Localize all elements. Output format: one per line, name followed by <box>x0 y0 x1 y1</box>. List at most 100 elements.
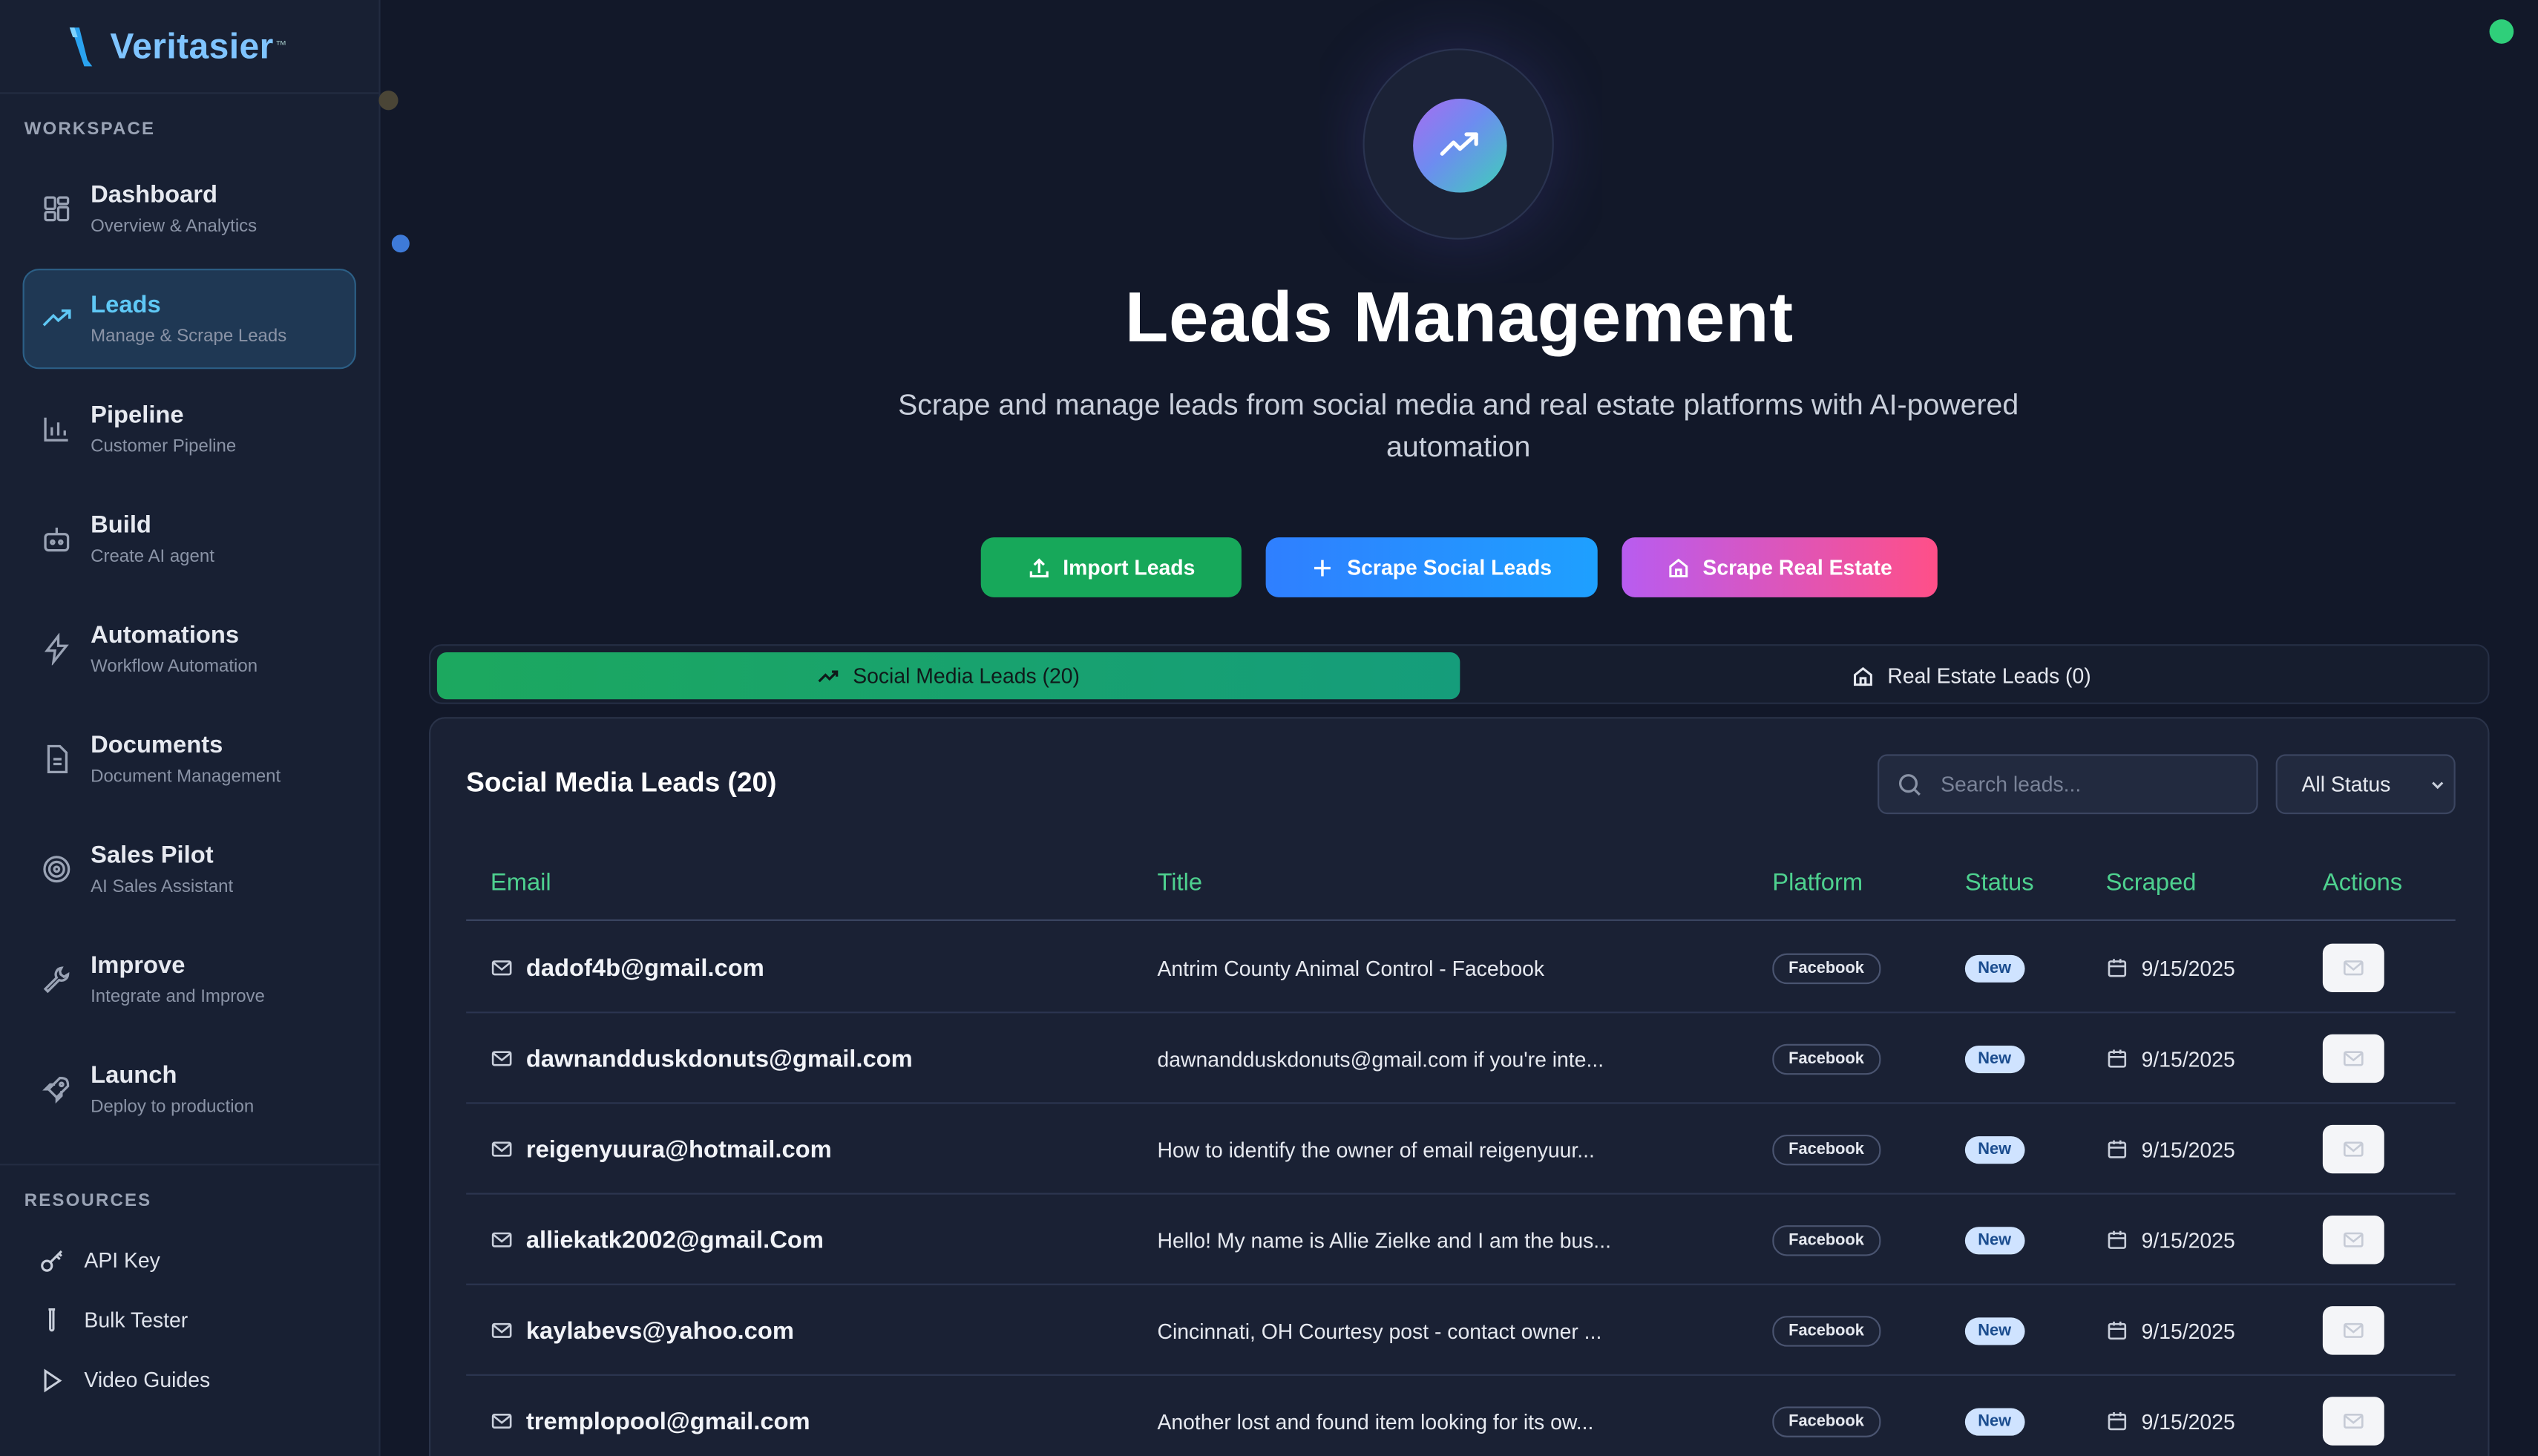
lead-email: dadof4b@gmail.com <box>525 954 764 982</box>
resources-section-label: RESOURCES <box>24 1191 152 1211</box>
sidebar-item-sales-pilot[interactable]: Sales Pilot AI Sales Assistant <box>23 819 356 919</box>
resource-label: Video Guides <box>84 1368 211 1392</box>
lead-email: reigenyuura@hotmail.com <box>525 1135 832 1164</box>
scrape-social-leads-button[interactable]: Scrape Social Leads <box>1265 537 1598 597</box>
title-cell: Cincinnati, OH Courtesy post - contact o… <box>1157 1318 1602 1343</box>
send-email-button[interactable] <box>2322 943 2384 993</box>
sidebar-item-title: Sales Pilot <box>91 842 214 870</box>
mail-icon <box>491 1141 512 1157</box>
email-cell: alliekatk2002@gmail.Com <box>491 1195 824 1285</box>
sidebar-item-leads[interactable]: Leads Manage & Scrape Leads <box>22 269 356 370</box>
lead-email: alliekatk2002@gmail.Com <box>525 1226 824 1254</box>
leads-panel: Social Media Leads (20) Search leads... … <box>428 717 2490 1456</box>
brand-mark-icon <box>69 26 93 66</box>
send-email-button[interactable] <box>2322 1306 2384 1355</box>
sidebar-item-automations[interactable]: Automations Workflow Automation <box>23 599 356 699</box>
resource-item-api-key[interactable]: API Key <box>39 1230 210 1291</box>
mail-icon <box>2344 1232 2364 1247</box>
sidebar-item-subtitle: Integrate and Improve <box>91 987 265 1007</box>
scraped-date: 9/15/2025 <box>2141 1409 2235 1434</box>
title-cell: dawnandduskdonuts@gmail.com if you're in… <box>1157 1046 1604 1071</box>
scraped-cell: 9/15/2025 <box>2106 1104 2235 1195</box>
table-row[interactable]: dawnandduskdonuts@gmail.com dawnandduskdo… <box>466 1013 2456 1104</box>
table-row[interactable]: kaylabevs@yahoo.com Cincinnati, OH Courte… <box>466 1285 2456 1376</box>
tab-social-media-leads[interactable]: Social Media Leads (20) <box>436 652 1460 700</box>
table-row[interactable]: tremplopool@gmail.com Another lost and fo… <box>466 1376 2456 1456</box>
sidebar-item-dashboard[interactable]: Dashboard Overview & Analytics <box>23 159 356 259</box>
status-filter-select[interactable]: All Status <box>2275 754 2456 815</box>
platform-cell: Facebook <box>1772 1104 1880 1195</box>
upload-icon <box>1029 557 1049 577</box>
mail-icon <box>2344 1141 2364 1157</box>
actions-cell <box>2322 1013 2384 1104</box>
sidebar-item-build[interactable]: Build Create AI agent <box>23 489 356 589</box>
column-header-actions: Actions <box>2322 869 2403 897</box>
send-email-button[interactable] <box>2322 1397 2384 1446</box>
page-title: Leads Management <box>1124 278 1794 358</box>
bot-icon <box>44 528 70 552</box>
scraped-cell: 9/15/2025 <box>2106 1376 2235 1456</box>
platform-cell: Facebook <box>1772 1376 1880 1456</box>
sidebar-item-subtitle: Create AI agent <box>91 547 214 567</box>
column-header-email[interactable]: Email <box>491 869 551 896</box>
platform-badge: Facebook <box>1772 1043 1880 1075</box>
sidebar-divider <box>0 1164 381 1166</box>
sidebar-item-title: Pipeline <box>91 401 184 429</box>
column-header-status[interactable]: Status <box>1965 869 2034 896</box>
sidebar-item-title: Automations <box>91 621 240 649</box>
mail-icon <box>2344 1051 2364 1066</box>
brand-trademark: ™ <box>275 40 287 52</box>
calendar-icon <box>2108 1049 2127 1068</box>
sidebar-item-pipeline[interactable]: Pipeline Customer Pipeline <box>23 378 356 479</box>
brand-logo[interactable]: Veritasier ™ <box>0 0 379 94</box>
title-cell: Another lost and found item looking for … <box>1157 1409 1594 1434</box>
trending-icon <box>818 669 839 682</box>
platform-cell: Facebook <box>1772 1013 1880 1104</box>
scraped-cell: 9/15/2025 <box>2106 922 2235 1013</box>
tab-label: Social Media Leads (20) <box>853 663 1080 688</box>
resource-item-video-guides[interactable]: Video Guides <box>39 1350 210 1410</box>
grid-icon <box>44 196 70 222</box>
sidebar-item-subtitle: Overview & Analytics <box>91 217 258 237</box>
send-email-button[interactable] <box>2322 1034 2384 1083</box>
import-leads-button[interactable]: Import Leads <box>980 537 1242 597</box>
search-input[interactable]: Search leads... <box>1878 754 2258 815</box>
test-tube-icon <box>48 1307 56 1331</box>
table-row[interactable]: reigenyuura@hotmail.com How to identify t… <box>466 1104 2456 1195</box>
table-row[interactable]: dadof4b@gmail.com Antrim County Animal Co… <box>466 922 2456 1014</box>
status-filter-value: All Status <box>2301 772 2391 797</box>
column-header-platform[interactable]: Platform <box>1772 869 1863 896</box>
mail-icon <box>491 1322 512 1338</box>
tab-real-estate-leads[interactable]: Real Estate Leads (0) <box>1460 652 2482 699</box>
wrench-icon <box>43 966 70 994</box>
resource-item-bulk-tester[interactable]: Bulk Tester <box>39 1290 210 1350</box>
table-row[interactable]: alliekatk2002@gmail.Com Hello! My name is… <box>466 1195 2456 1285</box>
calendar-icon <box>2108 1140 2127 1158</box>
scraped-cell: 9/15/2025 <box>2106 1013 2235 1104</box>
sidebar-item-title: Build <box>91 511 151 540</box>
play-icon <box>44 1368 62 1392</box>
sidebar-item-documents[interactable]: Documents Document Management <box>23 709 356 809</box>
status-badge: New <box>1964 1226 2024 1254</box>
sidebar-item-improve[interactable]: Improve Integrate and Improve <box>23 929 356 1029</box>
platform-badge: Facebook <box>1772 952 1880 984</box>
title-cell: How to identify the owner of email reige… <box>1157 1137 1595 1161</box>
mail-icon <box>2344 1322 2364 1338</box>
status-badge: New <box>1964 1135 2024 1164</box>
sidebar-item-subtitle: Manage & Scrape Leads <box>91 327 287 347</box>
scraped-cell: 9/15/2025 <box>2106 1195 2235 1285</box>
status-badge: New <box>1964 1044 2024 1072</box>
scrape-real-estate-button[interactable]: Scrape Real Estate <box>1622 537 1938 597</box>
home-icon <box>1854 666 1873 686</box>
platform-badge: Facebook <box>1772 1224 1880 1256</box>
column-header-scraped[interactable]: Scraped <box>2106 869 2197 896</box>
home-icon <box>1669 557 1688 577</box>
calendar-icon <box>2108 1412 2127 1431</box>
column-header-title[interactable]: Title <box>1157 869 1202 896</box>
sidebar-item-launch[interactable]: Launch Deploy to production <box>23 1039 356 1139</box>
trending-up-icon <box>1440 132 1478 156</box>
sidebar-item-subtitle: Workflow Automation <box>91 657 258 677</box>
send-email-button[interactable] <box>2322 1124 2384 1174</box>
send-email-button[interactable] <box>2322 1216 2384 1265</box>
sidebar-item-subtitle: Document Management <box>91 767 281 787</box>
